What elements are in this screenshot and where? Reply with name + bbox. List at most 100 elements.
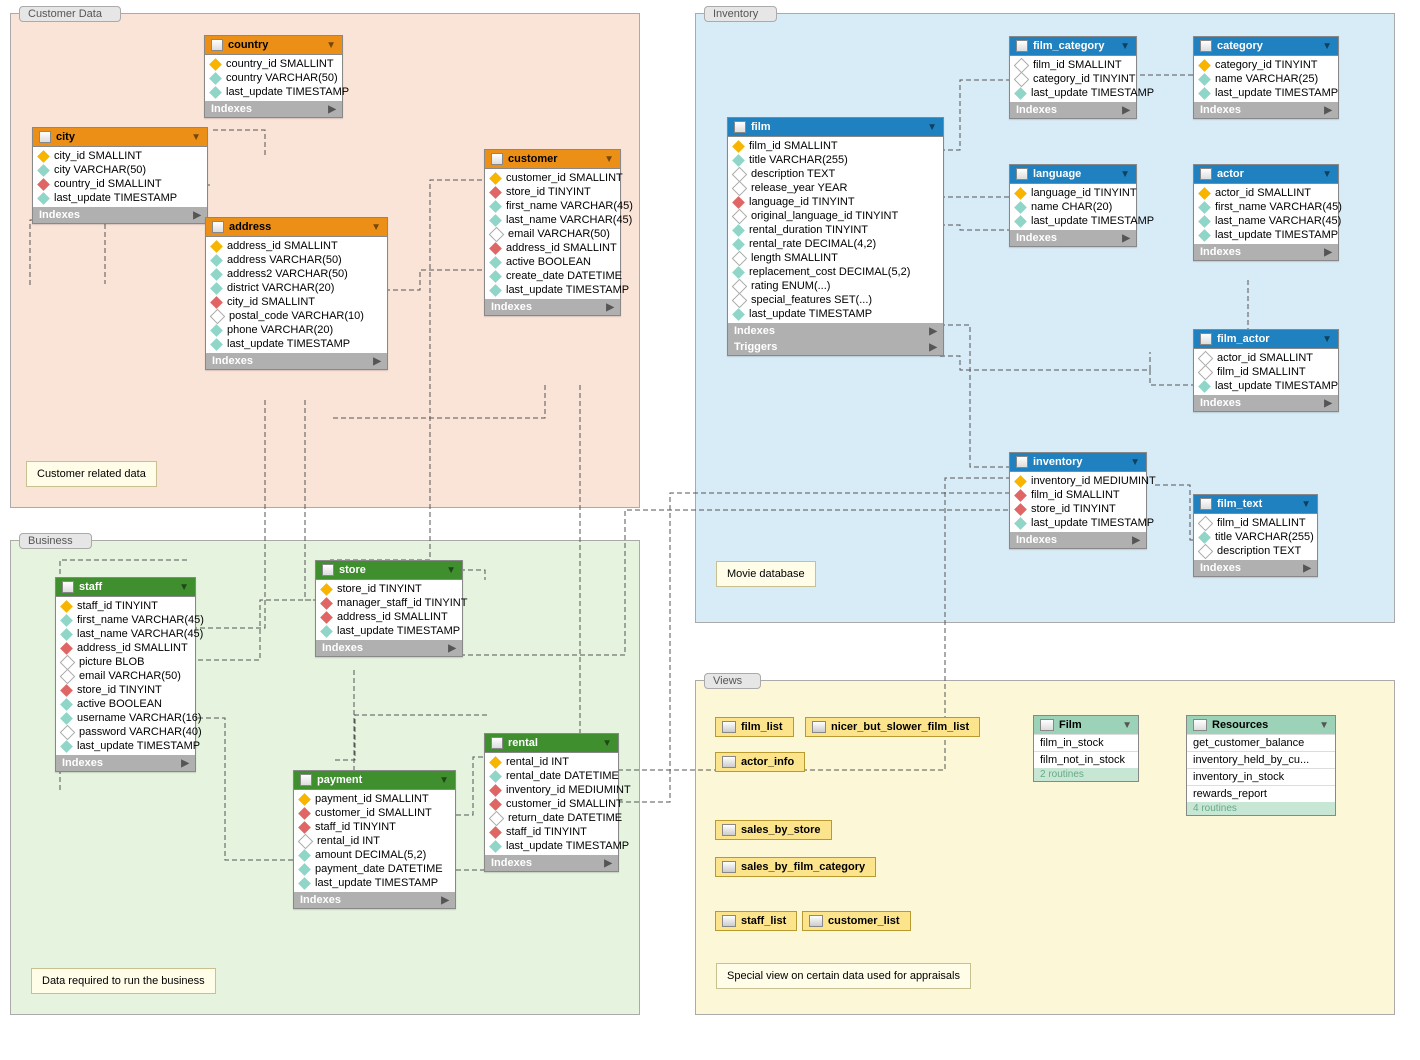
column-row[interactable]: district VARCHAR(20): [206, 281, 387, 295]
column-row[interactable]: last_update TIMESTAMP: [728, 307, 943, 321]
column-row[interactable]: country VARCHAR(50): [205, 71, 342, 85]
routine-item[interactable]: inventory_held_by_cu...: [1187, 751, 1335, 768]
column-row[interactable]: original_language_id TINYINT: [728, 209, 943, 223]
entity-address[interactable]: address▼address_id SMALLINTaddress VARCH…: [205, 217, 388, 370]
entity-section[interactable]: Indexes▶: [1010, 102, 1136, 118]
column-row[interactable]: last_update TIMESTAMP: [205, 85, 342, 99]
column-row[interactable]: store_id TINYINT: [316, 582, 462, 596]
entity-header[interactable]: language▼: [1010, 165, 1136, 184]
column-row[interactable]: address VARCHAR(50): [206, 253, 387, 267]
column-row[interactable]: last_update TIMESTAMP: [316, 624, 462, 638]
column-row[interactable]: title VARCHAR(255): [728, 153, 943, 167]
entity-country[interactable]: country▼ country_id SMALLINTcountry VARCH…: [204, 35, 343, 118]
column-row[interactable]: staff_id TINYINT: [56, 599, 195, 613]
entity-film[interactable]: film▼film_id SMALLINTtitle VARCHAR(255)d…: [727, 117, 944, 356]
entity-category[interactable]: category▼category_id TINYINTname VARCHAR…: [1193, 36, 1339, 119]
column-row[interactable]: payment_date DATETIME: [294, 862, 455, 876]
column-row[interactable]: last_name VARCHAR(45): [1194, 214, 1338, 228]
column-row[interactable]: phone VARCHAR(20): [206, 323, 387, 337]
column-row[interactable]: category_id TINYINT: [1010, 72, 1136, 86]
view-actor-info[interactable]: actor_info: [715, 752, 805, 772]
entity-header[interactable]: film_actor▼: [1194, 330, 1338, 349]
column-row[interactable]: length SMALLINT: [728, 251, 943, 265]
column-row[interactable]: last_update TIMESTAMP: [1010, 516, 1146, 530]
entity-payment[interactable]: payment▼payment_id SMALLINTcustomer_id S…: [293, 770, 456, 909]
column-row[interactable]: address_id SMALLINT: [485, 241, 620, 255]
entity-film-actor[interactable]: film_actor▼ actor_id SMALLINTfilm_id SMAL…: [1193, 329, 1339, 412]
column-row[interactable]: amount DECIMAL(5,2): [294, 848, 455, 862]
column-row[interactable]: actor_id SMALLINT: [1194, 186, 1338, 200]
entity-header[interactable]: staff▼: [56, 578, 195, 597]
column-row[interactable]: description TEXT: [728, 167, 943, 181]
view-sales-by-store[interactable]: sales_by_store: [715, 820, 832, 840]
column-row[interactable]: customer_id SMALLINT: [485, 797, 618, 811]
entity-section[interactable]: Indexes▶: [33, 207, 207, 223]
column-row[interactable]: last_update TIMESTAMP: [1194, 86, 1338, 100]
entity-city[interactable]: city▼city_id SMALLINTcity VARCHAR(50)cou…: [32, 127, 208, 224]
column-row[interactable]: username VARCHAR(16): [56, 711, 195, 725]
column-row[interactable]: city_id SMALLINT: [33, 149, 207, 163]
column-row[interactable]: title VARCHAR(255): [1194, 530, 1317, 544]
entity-language[interactable]: language▼language_id TINYINTname CHAR(20…: [1009, 164, 1137, 247]
routine-item[interactable]: inventory_in_stock: [1187, 768, 1335, 785]
entity-section[interactable]: Indexes▶: [1010, 230, 1136, 246]
column-row[interactable]: store_id TINYINT: [1010, 502, 1146, 516]
column-row[interactable]: actor_id SMALLINT: [1194, 351, 1338, 365]
routine-group-film[interactable]: Film▼film_in_stockfilm_not_in_stock2 rou…: [1033, 715, 1139, 782]
entity-film-text[interactable]: film_text▼film_id SMALLINTtitle VARCHAR(…: [1193, 494, 1318, 577]
entity-section[interactable]: Indexes▶: [294, 892, 455, 908]
column-row[interactable]: last_update TIMESTAMP: [294, 876, 455, 890]
column-row[interactable]: store_id TINYINT: [485, 185, 620, 199]
entity-section[interactable]: Indexes▶: [205, 101, 342, 117]
entity-store[interactable]: store▼store_id TINYINTmanager_staff_id T…: [315, 560, 463, 657]
column-row[interactable]: active BOOLEAN: [485, 255, 620, 269]
column-row[interactable]: last_update TIMESTAMP: [1010, 86, 1136, 100]
column-row[interactable]: city_id SMALLINT: [206, 295, 387, 309]
column-row[interactable]: address_id SMALLINT: [56, 641, 195, 655]
column-row[interactable]: create_date DATETIME: [485, 269, 620, 283]
column-row[interactable]: name CHAR(20): [1010, 200, 1136, 214]
entity-section[interactable]: Indexes▶: [1194, 560, 1317, 576]
column-row[interactable]: last_update TIMESTAMP: [1010, 214, 1136, 228]
routine-item[interactable]: get_customer_balance: [1187, 734, 1335, 751]
column-row[interactable]: film_id SMALLINT: [1010, 58, 1136, 72]
column-row[interactable]: active BOOLEAN: [56, 697, 195, 711]
column-row[interactable]: last_update TIMESTAMP: [1194, 379, 1338, 393]
view-staff-list[interactable]: staff_list: [715, 911, 797, 931]
entity-section[interactable]: Indexes▶: [1194, 102, 1338, 118]
entity-rental[interactable]: rental▼rental_id INTrental_date DATETIME…: [484, 733, 619, 872]
column-row[interactable]: rental_duration TINYINT: [728, 223, 943, 237]
column-row[interactable]: staff_id TINYINT: [485, 825, 618, 839]
column-row[interactable]: film_id SMALLINT: [1194, 365, 1338, 379]
routine-header[interactable]: Film▼: [1034, 716, 1138, 734]
column-row[interactable]: last_update TIMESTAMP: [1194, 228, 1338, 242]
column-row[interactable]: rental_id INT: [294, 834, 455, 848]
column-row[interactable]: last_update TIMESTAMP: [56, 739, 195, 753]
entity-header[interactable]: city▼: [33, 128, 207, 147]
column-row[interactable]: manager_staff_id TINYINT: [316, 596, 462, 610]
column-row[interactable]: store_id TINYINT: [56, 683, 195, 697]
entity-header[interactable]: actor▼: [1194, 165, 1338, 184]
column-row[interactable]: rental_id INT: [485, 755, 618, 769]
column-row[interactable]: payment_id SMALLINT: [294, 792, 455, 806]
column-row[interactable]: last_name VARCHAR(45): [485, 213, 620, 227]
column-row[interactable]: special_features SET(...): [728, 293, 943, 307]
entity-section[interactable]: Indexes▶: [728, 323, 943, 339]
entity-header[interactable]: country▼: [205, 36, 342, 55]
view-nicer[interactable]: nicer_but_slower_film_list: [805, 717, 980, 737]
routine-header[interactable]: Resources▼: [1187, 716, 1335, 734]
view-sales-by-film-category[interactable]: sales_by_film_category: [715, 857, 876, 877]
entity-staff[interactable]: staff▼staff_id TINYINTfirst_name VARCHAR…: [55, 577, 196, 772]
column-row[interactable]: customer_id SMALLINT: [485, 171, 620, 185]
column-row[interactable]: email VARCHAR(50): [485, 227, 620, 241]
column-row[interactable]: category_id TINYINT: [1194, 58, 1338, 72]
entity-header[interactable]: payment▼: [294, 771, 455, 790]
column-row[interactable]: inventory_id MEDIUMINT: [485, 783, 618, 797]
entity-section[interactable]: Triggers▶: [728, 339, 943, 355]
entity-section[interactable]: Indexes▶: [56, 755, 195, 771]
column-row[interactable]: last_update TIMESTAMP: [485, 839, 618, 853]
column-row[interactable]: country_id SMALLINT: [205, 57, 342, 71]
entity-header[interactable]: inventory▼: [1010, 453, 1146, 472]
entity-header[interactable]: customer▼: [485, 150, 620, 169]
column-row[interactable]: password VARCHAR(40): [56, 725, 195, 739]
